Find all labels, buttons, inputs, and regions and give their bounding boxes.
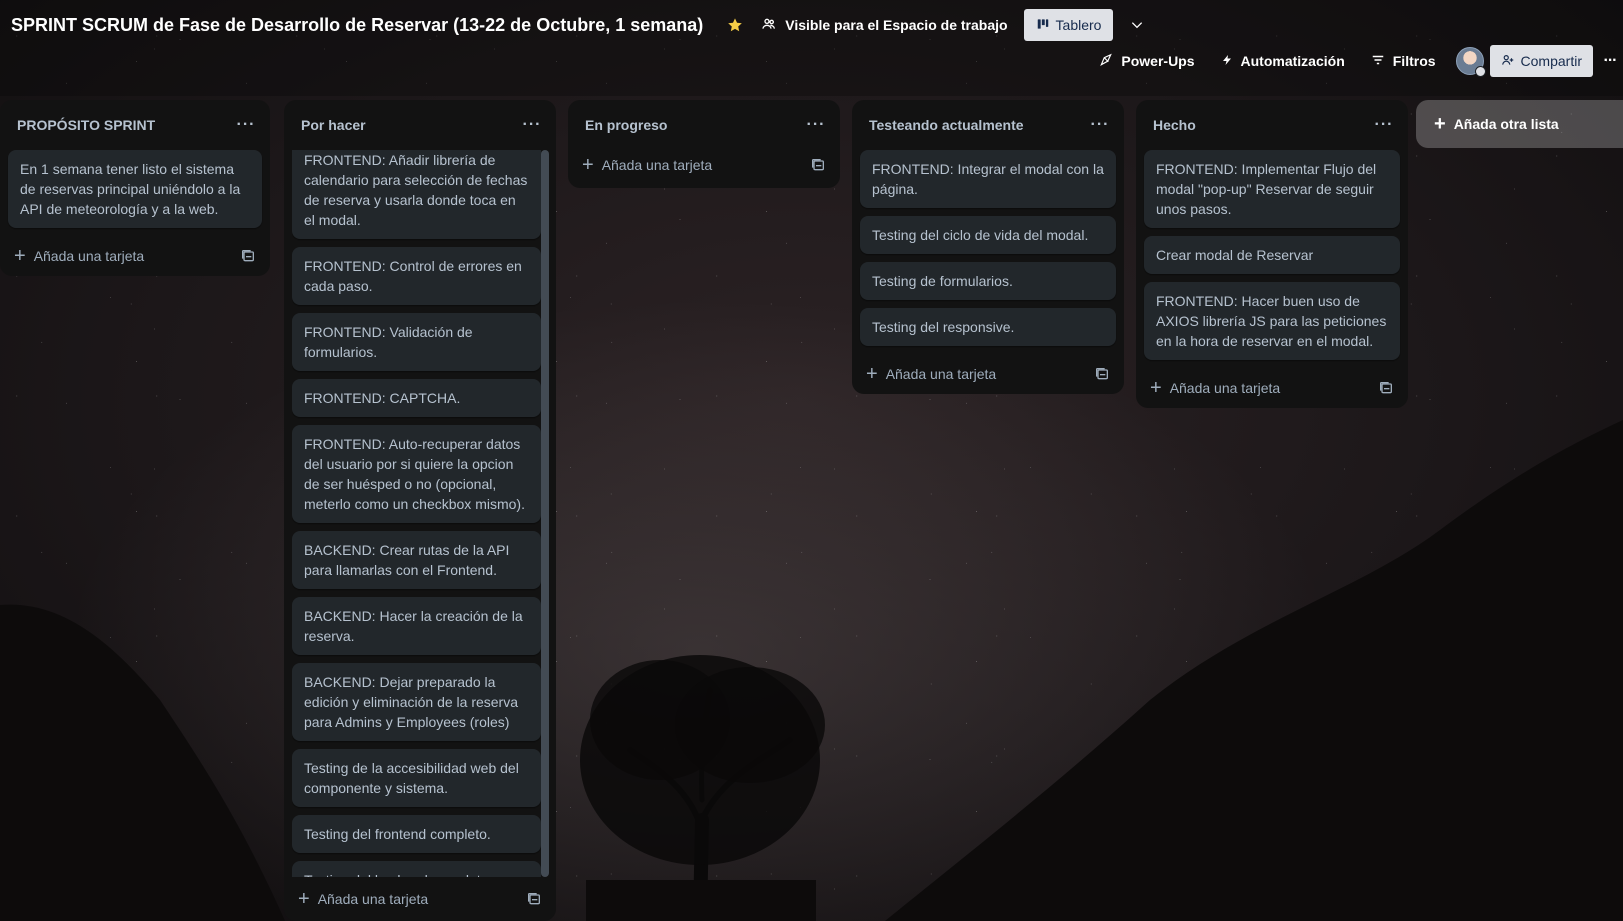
star-icon[interactable] (725, 15, 745, 35)
visibility-button[interactable]: Visible para el Espacio de trabajo (761, 16, 1008, 35)
list-title[interactable]: En progreso (585, 117, 667, 133)
card-template-icon[interactable] (1378, 380, 1394, 396)
cards-scroll-area[interactable]: FRONTEND: Añadir librería de calendario … (292, 150, 541, 877)
card[interactable]: FRONTEND: Validación de formularios. (292, 313, 541, 371)
card[interactable]: Testing del ciclo de vida del modal. (860, 216, 1116, 254)
card-template-icon[interactable] (1094, 366, 1110, 382)
list-title[interactable]: Por hacer (301, 117, 366, 133)
list-menu-icon[interactable]: ··· (234, 116, 258, 134)
lightning-icon (1221, 53, 1233, 70)
card[interactable]: Testing del backend completo (funcionali… (292, 861, 541, 877)
list-header: Por hacer ··· (284, 100, 556, 150)
card-template-icon[interactable] (240, 248, 256, 264)
automation-label: Automatización (1240, 53, 1345, 69)
card[interactable]: BACKEND: Dejar preparado la edición y el… (292, 663, 541, 741)
add-person-icon (1501, 53, 1515, 70)
scrollbar[interactable] (541, 150, 549, 877)
list-title[interactable]: PROPÓSITO SPRINT (17, 117, 155, 133)
add-list-label: Añada otra lista (1453, 116, 1559, 132)
automation-button[interactable]: Automatización (1221, 53, 1345, 70)
card[interactable]: FRONTEND: Auto-recuperar datos del usuar… (292, 425, 541, 523)
list-header: PROPÓSITO SPRINT ··· (0, 100, 270, 150)
list-title[interactable]: Hecho (1153, 117, 1196, 133)
card-template-icon[interactable] (526, 891, 542, 907)
visibility-label: Visible para el Espacio de trabajo (785, 17, 1008, 33)
list-header: Hecho ··· (1136, 100, 1408, 150)
list-testeando-actualmente: Testeando actualmente ··· FRONTEND: Inte… (852, 100, 1124, 394)
add-card-label: Añada una tarjeta (317, 891, 429, 907)
powerups-label: Power-Ups (1121, 53, 1195, 69)
list-footer: + Añada una tarjeta (1136, 368, 1408, 408)
plus-icon: + (1434, 113, 1446, 135)
list-footer: + Añada una tarjeta (852, 354, 1124, 394)
list-hecho: Hecho ··· FRONTEND: Implementar Flujo de… (1136, 100, 1408, 408)
filters-label: Filtros (1392, 53, 1436, 69)
plus-icon: + (582, 154, 594, 176)
list-menu-icon[interactable]: ··· (804, 116, 828, 134)
card[interactable]: FRONTEND: Implementar Flujo del modal "p… (1144, 150, 1400, 228)
card[interactable]: FRONTEND: Añadir librería de calendario … (292, 150, 541, 239)
list-proposito-sprint: PROPÓSITO SPRINT ··· En 1 semana tener l… (0, 100, 270, 276)
plus-icon: + (1150, 377, 1162, 399)
filter-icon (1371, 53, 1385, 70)
admin-badge-icon (1474, 66, 1486, 77)
filters-button[interactable]: Filtros (1371, 53, 1436, 70)
share-button[interactable]: Compartir (1489, 45, 1593, 77)
rocket-icon (1099, 53, 1113, 70)
add-card-button[interactable]: + Añada una tarjeta (14, 245, 145, 267)
chevron-down-icon[interactable] (1125, 13, 1149, 37)
add-card-label: Añada una tarjeta (33, 248, 145, 264)
share-label: Compartir (1520, 53, 1582, 69)
card[interactable]: Testing de la accesibilidad web del comp… (292, 749, 541, 807)
add-card-button[interactable]: + Añada una tarjeta (1150, 377, 1281, 399)
card[interactable]: FRONTEND: Hacer buen uso de AXIOS librer… (1144, 282, 1400, 360)
plus-icon: + (866, 363, 878, 385)
card[interactable]: FRONTEND: CAPTCHA. (292, 379, 541, 417)
add-card-label: Añada una tarjeta (885, 366, 997, 382)
add-card-label: Añada una tarjeta (601, 157, 713, 173)
board-view-icon (1036, 17, 1050, 34)
view-label: Tablero (1055, 17, 1102, 33)
card[interactable]: Testing del responsive. (860, 308, 1116, 346)
view-switcher-button[interactable]: Tablero (1023, 9, 1114, 41)
workspace-icon (761, 16, 777, 35)
list-footer: + Añada una tarjeta (0, 236, 270, 276)
card[interactable]: BACKEND: Hacer la creación de la reserva… (292, 597, 541, 655)
list-por-hacer: Por hacer ··· FRONTEND: Añadir librería … (284, 100, 556, 921)
card[interactable]: BACKEND: Crear rutas de la API para llam… (292, 531, 541, 589)
board-header: SPRINT SCRUM de Fase de Desarrollo de Re… (0, 0, 1623, 96)
add-card-label: Añada una tarjeta (1169, 380, 1281, 396)
list-footer: + Añada una tarjeta (284, 879, 556, 919)
add-card-button[interactable]: + Añada una tarjeta (866, 363, 997, 385)
list-menu-icon[interactable]: ··· (1088, 116, 1112, 134)
list-footer: + Añada una tarjeta (568, 142, 840, 188)
card[interactable]: FRONTEND: Control de errores en cada pas… (292, 247, 541, 305)
list-title[interactable]: Testeando actualmente (869, 117, 1024, 133)
card[interactable]: FRONTEND: Integrar el modal con la págin… (860, 150, 1116, 208)
card[interactable]: Crear modal de Reservar (1144, 236, 1400, 274)
add-card-button[interactable]: + Añada una tarjeta (582, 154, 713, 176)
list-menu-icon[interactable]: ··· (1372, 116, 1396, 134)
card[interactable]: Testing del frontend completo. (292, 815, 541, 853)
card[interactable]: En 1 semana tener listo el sistema de re… (8, 150, 262, 228)
board-title[interactable]: SPRINT SCRUM de Fase de Desarrollo de Re… (11, 15, 703, 36)
add-list-button[interactable]: + Añada otra lista (1416, 100, 1623, 148)
list-header: Testeando actualmente ··· (852, 100, 1124, 150)
list-en-progreso: En progreso ··· + Añada una tarjeta (568, 100, 840, 188)
plus-icon: + (14, 245, 26, 267)
add-card-button[interactable]: + Añada una tarjeta (298, 888, 429, 910)
powerups-button[interactable]: Power-Ups (1099, 53, 1195, 70)
plus-icon: + (298, 888, 310, 910)
more-icon[interactable]: ··· (1601, 52, 1619, 70)
card-template-icon[interactable] (810, 157, 826, 173)
list-menu-icon[interactable]: ··· (520, 116, 544, 134)
member-avatar[interactable] (1455, 47, 1486, 77)
card[interactable]: Testing de formularios. (860, 262, 1116, 300)
